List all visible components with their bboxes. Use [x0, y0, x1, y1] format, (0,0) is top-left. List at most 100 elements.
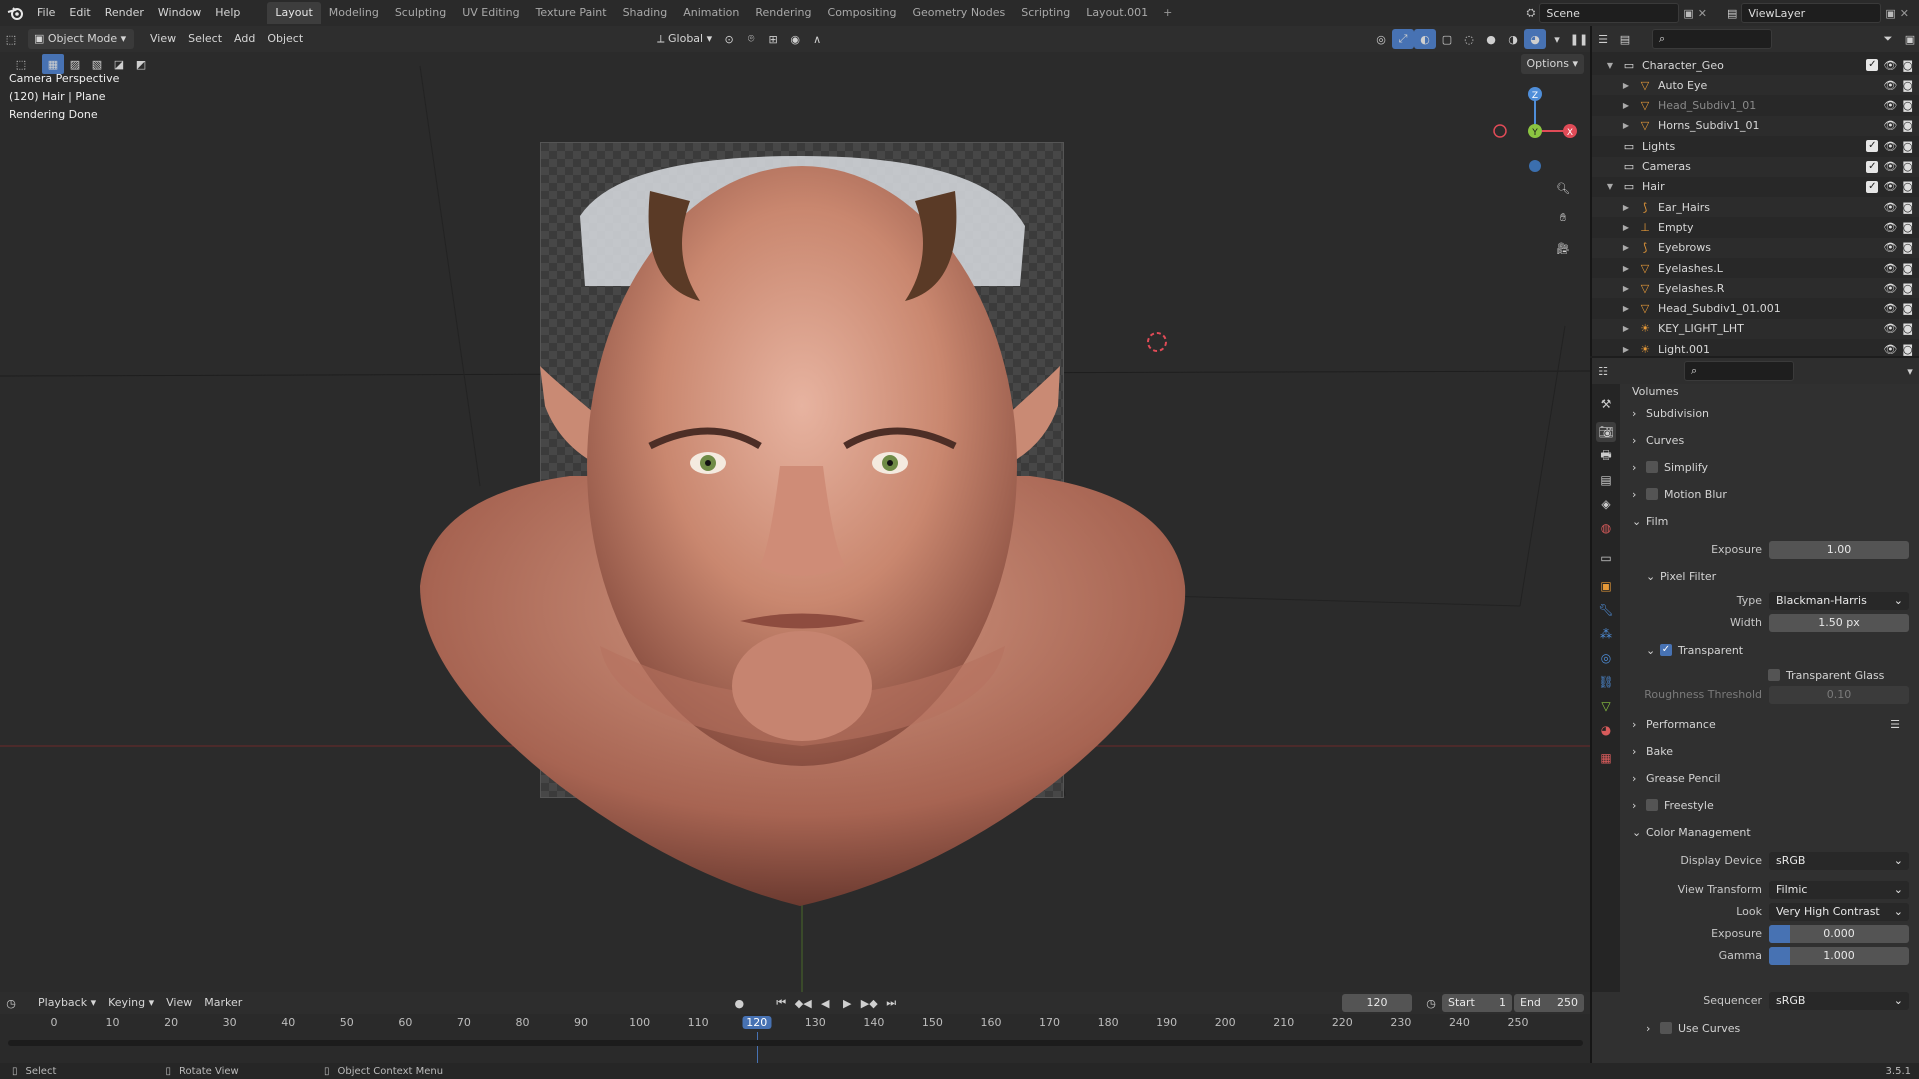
panel-performance[interactable]: › Performance ☰ [1632, 713, 1908, 735]
eye-icon[interactable]: 👁︎ [1883, 343, 1897, 356]
end-frame-field[interactable]: End 250 [1514, 994, 1584, 1012]
camera-view-icon[interactable]: 🎥︎ [1552, 238, 1574, 258]
expand-right-icon[interactable]: ▶ [1620, 304, 1632, 313]
outliner-item[interactable]: ▶ ▽ Head_Subdiv1_01 👁︎ ◙ [1592, 96, 1919, 116]
timeline-scrollbar[interactable] [8, 1040, 1583, 1046]
eye-icon[interactable]: 👁︎ [1883, 79, 1897, 92]
outliner-item[interactable]: ▶ ☀ Light.001 👁︎ ◙ [1592, 339, 1919, 359]
tab-scripting[interactable]: Scripting [1013, 2, 1078, 24]
panel-film[interactable]: ⌄ Film [1632, 510, 1908, 532]
expand-right-icon[interactable]: ▶ [1620, 203, 1632, 212]
eye-icon[interactable]: 👁︎ [1883, 262, 1897, 275]
expand-right-icon[interactable]: ▶ [1620, 345, 1632, 354]
display-device-dropdown[interactable]: sRGB ⌄ [1769, 852, 1909, 870]
outliner-item[interactable]: ▭ Cameras ✓ 👁︎ ◙ [1592, 156, 1919, 177]
menu-window[interactable]: Window [151, 0, 208, 26]
menu-edit[interactable]: Edit [62, 0, 97, 26]
frame-ruler[interactable]: 0 10 20 30 40 50 60 70 80 90 100 110 120 130 140 150 160… [0, 1014, 1590, 1072]
properties-options-icon[interactable]: ▾ [1899, 361, 1919, 381]
menu-file[interactable]: File [30, 0, 62, 26]
render-camera-icon[interactable]: ◙ [1902, 59, 1913, 72]
menu-marker[interactable]: Marker [198, 993, 248, 1013]
outliner-item[interactable]: ▶ ▽ Head_Subdiv1_01.001 👁︎ ◙ [1592, 299, 1919, 319]
menu-timeline-view[interactable]: View [160, 993, 198, 1013]
transparent-glass-row[interactable]: Transparent Glass [1768, 664, 1919, 686]
expand-right-icon[interactable]: ▶ [1620, 243, 1632, 252]
render-camera-icon[interactable]: ◙ [1902, 180, 1913, 193]
render-camera-icon[interactable]: ◙ [1902, 140, 1913, 153]
data-tab-icon[interactable]: ▽ [1596, 696, 1616, 716]
scene-tab-icon[interactable]: ◈ [1596, 494, 1616, 514]
panel-use-curves[interactable]: › Use Curves [1646, 1017, 1919, 1039]
physics-tab-icon[interactable]: ◎ [1596, 648, 1616, 668]
view-layer-tab-icon[interactable]: ▤ [1596, 470, 1616, 490]
tab-layout[interactable]: Layout [267, 2, 321, 24]
filter-type-dropdown[interactable]: Blackman-Harris ⌄ [1769, 592, 1909, 610]
new-view-layer-icon[interactable]: ▣ [1885, 7, 1895, 20]
render-camera-icon[interactable]: ◙ [1902, 241, 1913, 254]
eye-icon[interactable]: 👁︎ [1883, 241, 1897, 254]
outliner-item[interactable]: ▶ ⟆ Ear_Hairs 👁︎ ◙ [1592, 197, 1919, 218]
eye-icon[interactable]: 👁︎ [1883, 322, 1897, 335]
object-tab-icon[interactable]: ▣ [1596, 576, 1616, 596]
eye-icon[interactable]: 👁︎ [1883, 180, 1897, 193]
expand-right-icon[interactable]: ▶ [1620, 121, 1632, 130]
tab-layout-001[interactable]: Layout.001 [1078, 2, 1156, 24]
jump-start-icon[interactable]: ⏮ [770, 993, 792, 1013]
cm-exposure-slider[interactable]: 0.000 [1769, 925, 1909, 943]
transparent-checkbox[interactable]: ✓ [1660, 644, 1672, 656]
film-exposure-field[interactable]: 1.00 [1769, 541, 1909, 559]
tab-geometry-nodes[interactable]: Geometry Nodes [904, 2, 1013, 24]
eye-icon[interactable]: 👁︎ [1883, 221, 1897, 234]
exclude-checkbox[interactable]: ✓ [1866, 160, 1879, 173]
outliner-item[interactable]: ▼ ▭ Hair ✓ 👁︎ ◙ [1592, 177, 1919, 197]
3d-cursor-icon[interactable] [1145, 330, 1169, 354]
jump-end-icon[interactable]: ⏭ [880, 993, 902, 1013]
outliner-item[interactable]: ▶ ⊥ Empty 👁︎ ◙ [1592, 217, 1919, 237]
pan-hand-icon[interactable]: ✋︎ [1552, 208, 1574, 228]
look-dropdown[interactable]: Very High Contrast ⌄ [1769, 903, 1909, 921]
scene-icon[interactable]: ⛭ [1527, 6, 1536, 20]
menu-keying[interactable]: Keying ▾ [102, 993, 160, 1013]
collection-tab-icon[interactable]: ▭ [1596, 548, 1616, 568]
simplify-checkbox[interactable] [1646, 461, 1658, 473]
menu-help[interactable]: Help [208, 0, 247, 26]
outliner-item[interactable]: ▶ ▽ Eyelashes.L 👁︎ ◙ [1592, 258, 1919, 278]
timeline-editor-icon[interactable]: ◷ [0, 993, 22, 1013]
material-tab-icon[interactable]: ◕ [1596, 720, 1616, 740]
blender-logo-icon[interactable] [0, 0, 30, 26]
render-camera-icon[interactable]: ◙ [1902, 343, 1913, 356]
close-scene-icon[interactable]: ✕ [1698, 7, 1707, 20]
new-collection-icon[interactable]: ▣ [1899, 29, 1919, 49]
outliner-item[interactable]: ▼ ▭ Character_Geo ✓ 👁︎ ◙ [1592, 55, 1919, 75]
filter-icon[interactable]: ⏷ [1877, 29, 1899, 49]
outliner-editor-icon[interactable]: ☰ [1592, 29, 1614, 49]
eye-icon[interactable]: 👁︎ [1883, 119, 1897, 132]
render-camera-icon[interactable]: ◙ [1902, 221, 1913, 234]
panel-grease-pencil[interactable]: › Grease Pencil [1632, 767, 1908, 789]
panel-subdivision[interactable]: › Subdivision [1632, 402, 1908, 424]
play-reverse-icon[interactable]: ◀ [814, 993, 836, 1013]
panel-freestyle[interactable]: › Freestyle [1632, 794, 1908, 816]
menu-render[interactable]: Render [98, 0, 151, 26]
tool-tab-icon[interactable]: ⚒ [1596, 394, 1616, 414]
gamma-slider[interactable]: 1.000 [1769, 947, 1909, 965]
render-camera-icon[interactable]: ◙ [1902, 160, 1913, 173]
motion-blur-checkbox[interactable] [1646, 488, 1658, 500]
exclude-checkbox[interactable]: ✓ [1866, 140, 1879, 153]
filter-width-field[interactable]: 1.50 px [1769, 614, 1909, 632]
scene-selector[interactable]: Scene [1539, 3, 1680, 23]
tab-animation[interactable]: Animation [675, 2, 747, 24]
panel-simplify[interactable]: › Simplify [1632, 456, 1908, 478]
expand-right-icon[interactable]: ▶ [1620, 284, 1632, 293]
render-camera-icon[interactable]: ◙ [1902, 282, 1913, 295]
expand-right-icon[interactable]: ▶ [1620, 81, 1632, 90]
tab-rendering[interactable]: Rendering [747, 2, 819, 24]
tab-sculpting[interactable]: Sculpting [387, 2, 454, 24]
eye-icon[interactable]: 👁︎ [1883, 282, 1897, 295]
menu-playback[interactable]: Playback ▾ [32, 993, 102, 1013]
panel-bake[interactable]: › Bake [1632, 740, 1908, 762]
3d-viewport[interactable]: ⬚ ▣ Object Mode ▾ View Select Add Object… [0, 26, 1590, 992]
new-scene-icon[interactable]: ▣ [1683, 7, 1693, 20]
panel-curves[interactable]: › Curves [1632, 429, 1908, 451]
